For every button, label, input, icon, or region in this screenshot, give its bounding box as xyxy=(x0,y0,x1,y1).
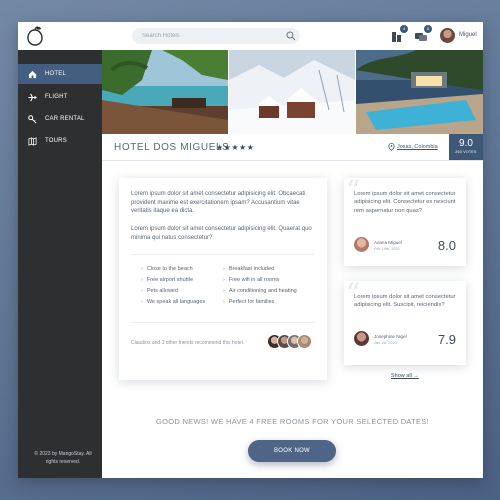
search-icon[interactable] xyxy=(286,31,296,41)
home-icon xyxy=(28,70,37,78)
map-icon xyxy=(28,136,37,146)
hotel-score-badge: 9.0 260 VOTES xyxy=(449,134,483,160)
review-card: “ Lorem ipsum dolor sit amet consectetur… xyxy=(344,174,466,266)
chevron-right-icon: › xyxy=(223,288,225,294)
sidebar-item-car-rental[interactable]: CAR RENTAL xyxy=(18,109,102,129)
description-paragraph-2: Lorem ipsum dolor sit amet consectetur a… xyxy=(131,226,312,241)
notification-badge: 4 xyxy=(400,25,408,33)
description-card: Lorem ipsum dolor sit amet consectetur a… xyxy=(119,178,327,380)
reviewer-name: Asana Miguel xyxy=(374,240,402,245)
reviewer-avatar xyxy=(354,237,369,252)
app-window: 4 5 Miguel HOTEL FLIGHT xyxy=(18,22,483,478)
chevron-right-icon: › xyxy=(141,277,143,283)
messages-icon[interactable]: 5 xyxy=(414,25,432,43)
copyright-text: © 2023 by MangoStay. All rights reserved… xyxy=(34,451,92,465)
review-score: 8.0 xyxy=(437,238,456,253)
chevron-right-icon: › xyxy=(141,288,143,294)
amenity-item: › Free wifi in all rooms xyxy=(223,277,280,283)
reviewer-avatar xyxy=(354,331,369,346)
sidebar-item-flight[interactable]: FLIGHT xyxy=(18,87,102,107)
sidebar-item-tours[interactable]: TOURS xyxy=(18,131,102,151)
airplane-icon xyxy=(28,93,37,101)
divider xyxy=(131,322,315,323)
votes-label: 260 VOTES xyxy=(455,150,477,154)
sidebar: HOTEL FLIGHT CAR RENTAL TOURS © 2023 by … xyxy=(18,50,102,478)
location-link[interactable]: Josas, Colombia xyxy=(397,144,438,150)
availability-message: GOOD NEWS! WE HAVE 4 FREE ROOMS FOR YOUR… xyxy=(155,417,430,426)
review-date: Jan 1st, 2023 xyxy=(374,341,397,345)
amenity-item: › Free airport shuttle xyxy=(141,277,194,283)
amenity-item: › Pets allowed xyxy=(141,288,179,294)
review-text: Lorem ipsum dolor sit amet consectetur a… xyxy=(354,294,456,309)
reviewer-name: Josephine Nigel xyxy=(374,334,407,339)
chevron-right-icon: › xyxy=(223,277,225,283)
show-all-reviews-link[interactable]: Show all → xyxy=(391,373,419,379)
hotel-score: 9.0 xyxy=(459,138,473,149)
messages-badge: 5 xyxy=(424,25,432,33)
description-paragraph-1: Lorem ipsum dolor sit amet consectetur a… xyxy=(131,191,306,215)
sidebar-item-hotel[interactable]: HOTEL xyxy=(18,64,102,84)
sidebar-item-label: HOTEL xyxy=(45,71,67,77)
search-input[interactable] xyxy=(132,28,300,44)
user-avatar[interactable] xyxy=(440,28,455,43)
review-card: “ Lorem ipsum dolor sit amet consectetur… xyxy=(344,277,466,365)
sidebar-item-label: FLIGHT xyxy=(45,94,68,100)
sidebar-item-label: CAR RENTAL xyxy=(45,116,85,122)
friend-avatar[interactable] xyxy=(297,334,312,349)
review-date: Feb 19th, 2023 xyxy=(374,247,400,251)
hotel-photo-pool[interactable] xyxy=(356,50,483,134)
amenity-item: › Close to the beach xyxy=(141,266,193,272)
sidebar-item-label: TOURS xyxy=(45,138,67,144)
location-pin-icon xyxy=(388,143,395,151)
hotel-name: HOTEL DOS MIGUELS xyxy=(114,142,230,153)
amenity-item: › Air conditioning and heating xyxy=(223,288,297,294)
review-text: Lorem ipsum dolor sit amet consectetur a… xyxy=(354,191,456,214)
amenity-item: › Breakfast included xyxy=(223,266,275,272)
friends-recommendation: Claudios and 3 other friends recommend t… xyxy=(131,340,245,346)
user-name[interactable]: Miguel xyxy=(459,32,477,38)
chevron-right-icon: › xyxy=(141,299,143,305)
top-bar: 4 5 Miguel xyxy=(18,22,483,50)
key-icon xyxy=(28,114,37,123)
chevron-right-icon: › xyxy=(223,299,225,305)
divider xyxy=(131,254,315,255)
star-rating: ★★★★★ xyxy=(216,143,255,152)
chevron-right-icon: › xyxy=(141,266,143,272)
hotel-photo-snow[interactable] xyxy=(229,50,355,134)
chevron-right-icon: › xyxy=(223,266,225,272)
mango-logo[interactable] xyxy=(26,26,44,46)
hotel-photo-beach[interactable] xyxy=(102,50,228,134)
amenity-item: › Perfect for families xyxy=(223,299,275,305)
review-score: 7.9 xyxy=(437,332,456,347)
title-divider xyxy=(102,160,483,161)
building-icon[interactable]: 4 xyxy=(390,25,408,43)
book-now-button[interactable]: BOOK NOW xyxy=(248,440,336,462)
amenity-item: › We speak all languages xyxy=(141,299,206,305)
